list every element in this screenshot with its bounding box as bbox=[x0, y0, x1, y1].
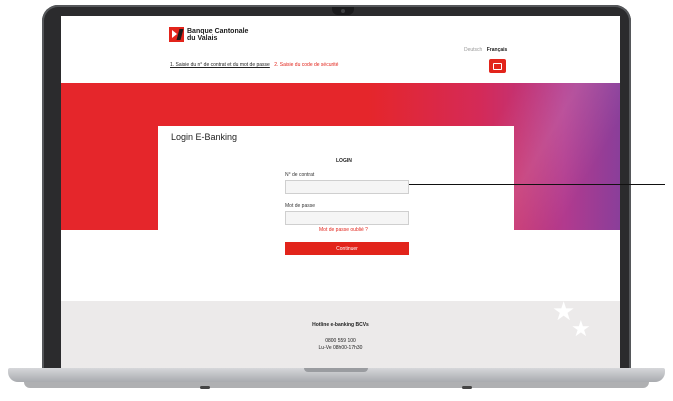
chat-bubble-icon bbox=[493, 62, 502, 70]
password-label: Mot de passe bbox=[285, 203, 316, 209]
login-card: Login E-Banking LOGIN N° de contrat Mot … bbox=[158, 126, 514, 301]
bank-name-line1: Banque Cantonale bbox=[187, 27, 249, 35]
lang-deutsch[interactable]: Deutsch bbox=[464, 47, 482, 53]
bank-name-line2: du Valais bbox=[187, 34, 218, 42]
bcvs-logo-icon bbox=[169, 27, 184, 42]
laptop-foot bbox=[200, 386, 210, 389]
hotline-phone[interactable]: 0800 559 100 bbox=[61, 338, 620, 344]
password-input[interactable] bbox=[285, 211, 409, 225]
hotline-title: Hotline e-banking BCVs bbox=[312, 322, 369, 328]
continue-button[interactable]: Continuer bbox=[285, 242, 409, 255]
laptop-base-shadow bbox=[24, 382, 649, 388]
browser-screen: Banque Cantonale du Valais 1. Saisie du … bbox=[61, 16, 620, 368]
login-section-label: LOGIN bbox=[336, 158, 352, 164]
forgot-password-link[interactable]: Mot de passe oublié ? bbox=[319, 227, 368, 233]
laptop-foot bbox=[462, 386, 472, 389]
lang-francais[interactable]: Français bbox=[487, 47, 508, 53]
language-switcher: Deutsch Français bbox=[464, 47, 507, 53]
step-indicator: 1. Saisie du n° de contrat et du mot de … bbox=[170, 62, 338, 68]
laptop-notch bbox=[304, 368, 368, 372]
chat-button[interactable] bbox=[489, 59, 506, 73]
contract-number-label: N° de contrat bbox=[285, 172, 315, 178]
contract-number-input[interactable] bbox=[285, 180, 409, 194]
hotline-hours: Lu-Ve 08h00-17h30 bbox=[318, 345, 363, 351]
page-title: Login E-Banking bbox=[171, 132, 238, 142]
callout-line bbox=[409, 184, 665, 185]
step-2: 2. Saisie du code de sécurité bbox=[274, 62, 339, 68]
footer bbox=[61, 301, 620, 368]
step-1: 1. Saisie du n° de contrat et du mot de … bbox=[170, 62, 270, 68]
bank-logo[interactable]: Banque Cantonale du Valais bbox=[169, 27, 248, 42]
laptop-base bbox=[8, 368, 665, 382]
webcam bbox=[332, 7, 354, 15]
